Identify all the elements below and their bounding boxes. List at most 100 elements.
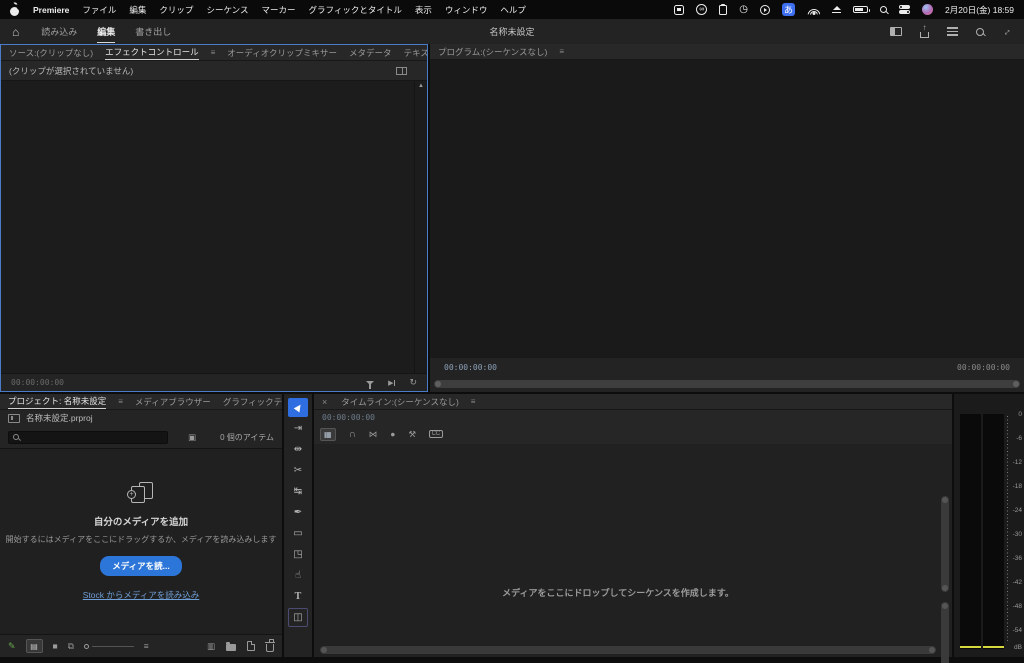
freeform-view-button[interactable]: ⧉ [68,642,74,651]
fullscreen-icon[interactable]: ↔ [1000,24,1014,38]
menubar-item[interactable]: グラフィックとタイトル [309,4,402,16]
filter-bin-icon[interactable]: ▣ [188,433,196,442]
tab-audio-clip-mixer[interactable]: オーディオクリップミキサー [227,47,337,59]
sort-icon[interactable]: ≡ [144,642,149,651]
track-select-forward-tool[interactable]: ⇥ [288,419,308,438]
search-icon[interactable] [976,28,984,36]
automate-to-sequence-icon[interactable]: ▥ [207,642,215,651]
slip-tool[interactable]: ↹ [288,482,308,501]
project-writable-icon[interactable]: ✎ [8,641,16,652]
tab-program-monitor[interactable]: プログラム:(シーケンスなし) [438,46,547,58]
type-tool[interactable]: T [288,587,308,606]
close-icon[interactable]: × [322,397,327,407]
share-icon[interactable] [920,32,929,38]
apple-menu-icon[interactable] [10,4,20,16]
selection-tool[interactable]: ▶ [288,398,308,417]
pen-tool[interactable]: ✒ [288,503,308,522]
play-circle-icon[interactable] [760,5,770,15]
import-media-button[interactable]: メディアを読... [100,556,182,576]
filter-icon[interactable] [366,381,374,385]
new-bin-icon[interactable] [226,644,236,651]
object-selection-tool[interactable]: ◳ [288,545,308,564]
tab-graphics-templates[interactable]: グラフィックテンプ [223,396,282,408]
menubar-item[interactable]: マーカー [262,4,296,16]
tab-text[interactable]: テキス [404,47,427,59]
timeline-timecode[interactable]: 00:00:00:00 [322,413,375,422]
vertical-type-tool[interactable]: ◫ [288,608,308,627]
panel-menu-icon[interactable]: ≡ [471,397,476,406]
spotlight-icon[interactable] [880,6,887,13]
menubar-item[interactable]: 編集 [129,4,146,16]
add-marker-icon[interactable]: ● [390,430,395,439]
workspace-layout-icon[interactable] [890,27,902,36]
linked-selection-icon[interactable]: ⋈ [369,430,378,439]
loop-icon[interactable]: ↻ [409,378,417,387]
timeline-track-area[interactable]: メディアをここにドロップしてシーケンスを作成します。 [314,444,952,657]
search-box[interactable] [8,431,168,444]
tab-edit[interactable]: 編集 [97,20,115,43]
ripple-edit-tool[interactable]: ⇹ [288,440,308,459]
tab-timeline[interactable]: タイムライン:(シーケンスなし) [341,396,459,408]
time-machine-icon[interactable]: ◷ [739,5,748,15]
menubar-item[interactable]: シーケンス [206,4,248,16]
razor-tool[interactable]: ✂ [288,461,308,480]
timeline-settings-icon[interactable]: ⚒ [408,430,416,439]
menubar-item[interactable]: 表示 [415,4,432,16]
project-file-icon [8,414,20,423]
audio-track-scrollbar[interactable] [941,602,949,663]
thumbnail-zoom-slider[interactable] [84,644,134,649]
menubar-clock[interactable]: 2月20日(金) 18:59 [945,4,1014,16]
panel-menu-icon[interactable]: ≡ [559,47,564,56]
app-menu[interactable]: Premiere [33,5,69,15]
list-view-button[interactable]: ▤ [26,639,43,653]
rectangle-tool[interactable]: ▭ [288,524,308,543]
tab-import[interactable]: 読み込み [41,20,77,43]
home-icon[interactable]: ⌂ [12,25,19,39]
tab-effect-controls[interactable]: エフェクトコントロール [105,46,199,60]
new-item-icon[interactable] [247,641,255,651]
meter-tick-label: -12 [1010,460,1022,467]
project-file-row[interactable]: 名称未設定.prproj [0,410,282,426]
tab-metadata[interactable]: メタデータ [349,47,392,59]
tab-source-monitor[interactable]: ソース:(クリップなし) [9,47,93,59]
hand-tool[interactable]: ☝ [288,566,308,585]
captions-icon[interactable]: CC [429,430,443,438]
box-icon[interactable] [674,5,684,15]
menubar-item[interactable]: クリップ [159,4,193,16]
effect-controls-timecode[interactable]: 00:00:00:00 [11,378,64,387]
tab-export[interactable]: 書き出し [135,20,171,43]
icon-view-button[interactable]: ■ [53,642,58,651]
menubar-item[interactable]: ヘルプ [500,4,526,16]
panel-menu-icon[interactable]: ≡ [211,48,216,57]
effect-controls-tabbar: ソース:(クリップなし) エフェクトコントロール ≡ オーディオクリップミキサー… [1,45,427,61]
panel-menu-icon[interactable]: ≡ [118,397,123,406]
eject-icon[interactable] [832,6,841,13]
header-icons: ↔ [890,26,1012,38]
timeline-view-toggle-icon[interactable] [396,67,407,75]
program-current-timecode[interactable]: 00:00:00:00 [444,363,497,372]
control-center-icon[interactable] [899,5,910,14]
snap-icon[interactable]: ∩ [349,429,356,440]
meter-tick-label: 0 [1010,412,1022,419]
creative-cloud-icon[interactable]: ∞ [696,4,707,15]
workspaces-menu-icon[interactable] [947,27,958,36]
stock-media-link[interactable]: Stock からメディアを読み込み [83,589,200,601]
input-source-icon[interactable]: あ [782,3,795,16]
menubar-item[interactable]: ファイル [82,4,116,16]
battery-icon[interactable] [853,6,868,13]
audio-meter-bars [960,414,1004,649]
tab-project[interactable]: プロジェクト: 名称未設定 [8,395,106,409]
search-input[interactable] [23,433,163,442]
scroll-up-icon[interactable]: ▲ [418,83,424,89]
menubar-item[interactable]: ウィンドウ [445,4,488,16]
program-zoom-scrollbar[interactable] [434,380,1020,388]
timeline-horizontal-scrollbar[interactable] [320,646,936,654]
tab-media-browser[interactable]: メディアブラウザー [135,396,211,408]
wifi-icon[interactable] [807,5,820,15]
siri-icon[interactable] [922,4,933,15]
delete-icon[interactable] [266,644,274,652]
play-in-out-icon[interactable]: ▶ [388,379,395,387]
video-track-scrollbar[interactable] [941,496,949,592]
sequence-as-clip-icon[interactable]: ▦ [320,428,336,441]
clipboard-icon[interactable] [719,5,727,15]
